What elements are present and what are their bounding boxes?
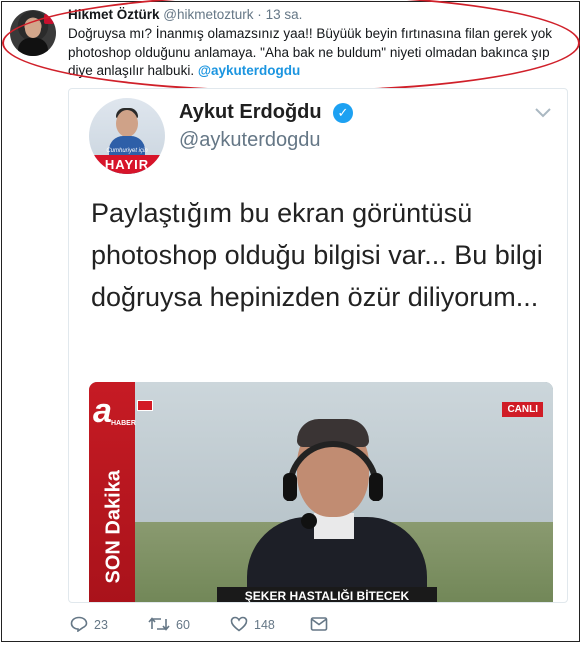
quoted-tweet-image[interactable]: a HABER SON Dakika CANLI ŞEKER HASTALIĞI…	[89, 382, 553, 602]
headset-ear-left	[283, 473, 297, 501]
quoted-author-handle[interactable]: @aykuterdogdu	[179, 129, 321, 152]
avatar-head	[116, 110, 138, 137]
headset-ear-right	[369, 473, 383, 501]
like-button[interactable]: 148	[230, 616, 275, 632]
tweet-body: Doğruysa mı? İnanmış olamazsınız yaa!! B…	[68, 26, 552, 78]
avatar-caption: Cumhuriyet için	[106, 148, 148, 154]
tweet-mention-link[interactable]: @aykuterdogdu	[198, 63, 300, 78]
quoted-tweet-text: Paylaştığım bu ekran görüntüsü photoshop…	[91, 198, 543, 312]
author-name[interactable]: Hikmet Öztürk	[68, 7, 160, 22]
verified-badge-icon: ✓	[333, 103, 353, 123]
retweet-icon	[148, 617, 170, 631]
tweet-timestamp[interactable]: 13 sa.	[266, 7, 303, 22]
tweet-text: Doğruysa mı? İnanmış olamazsınız yaa!! B…	[68, 25, 573, 81]
chevron-down-icon[interactable]	[535, 105, 551, 123]
direct-message-button[interactable]	[310, 616, 334, 632]
channel-logo: a	[93, 392, 112, 430]
quoted-author-name[interactable]: Aykut Erdoğdu	[179, 101, 322, 124]
microphone-icon	[301, 513, 317, 529]
author-avatar[interactable]	[10, 10, 56, 56]
reply-count: 23	[94, 618, 108, 632]
reply-icon	[70, 616, 88, 633]
channel-sub-label: HABER	[111, 420, 136, 427]
message-icon	[310, 617, 328, 631]
heart-icon	[230, 616, 248, 632]
quoted-author-avatar[interactable]: Cumhuriyet için HAYIR	[89, 98, 165, 174]
live-badge: CANLI	[502, 402, 543, 417]
author-handle[interactable]: @hikmetozturk	[163, 7, 253, 22]
news-ticker: ŞEKER HASTALIĞI BİTECEK	[217, 587, 437, 602]
header-separator: ·	[257, 7, 262, 22]
turkish-flag-icon	[137, 400, 153, 411]
tweet-header: Hikmet Öztürk @hikmetozturk · 13 sa.	[68, 7, 302, 22]
son-dakika-label: SON Dakika	[102, 470, 125, 584]
like-count: 148	[254, 618, 275, 632]
avatar-face	[25, 19, 41, 38]
quoted-tweet-card[interactable]: Cumhuriyet için HAYIR Aykut Erdoğdu ✓ @a…	[68, 88, 568, 603]
retweet-button[interactable]: 60	[148, 616, 190, 632]
retweet-count: 60	[176, 618, 190, 632]
avatar-flag	[44, 14, 54, 24]
reply-button[interactable]: 23	[70, 616, 108, 633]
avatar-suit	[18, 38, 48, 56]
reporter-figure	[239, 417, 429, 602]
avatar-hayir-label: HAYIR	[89, 155, 165, 174]
